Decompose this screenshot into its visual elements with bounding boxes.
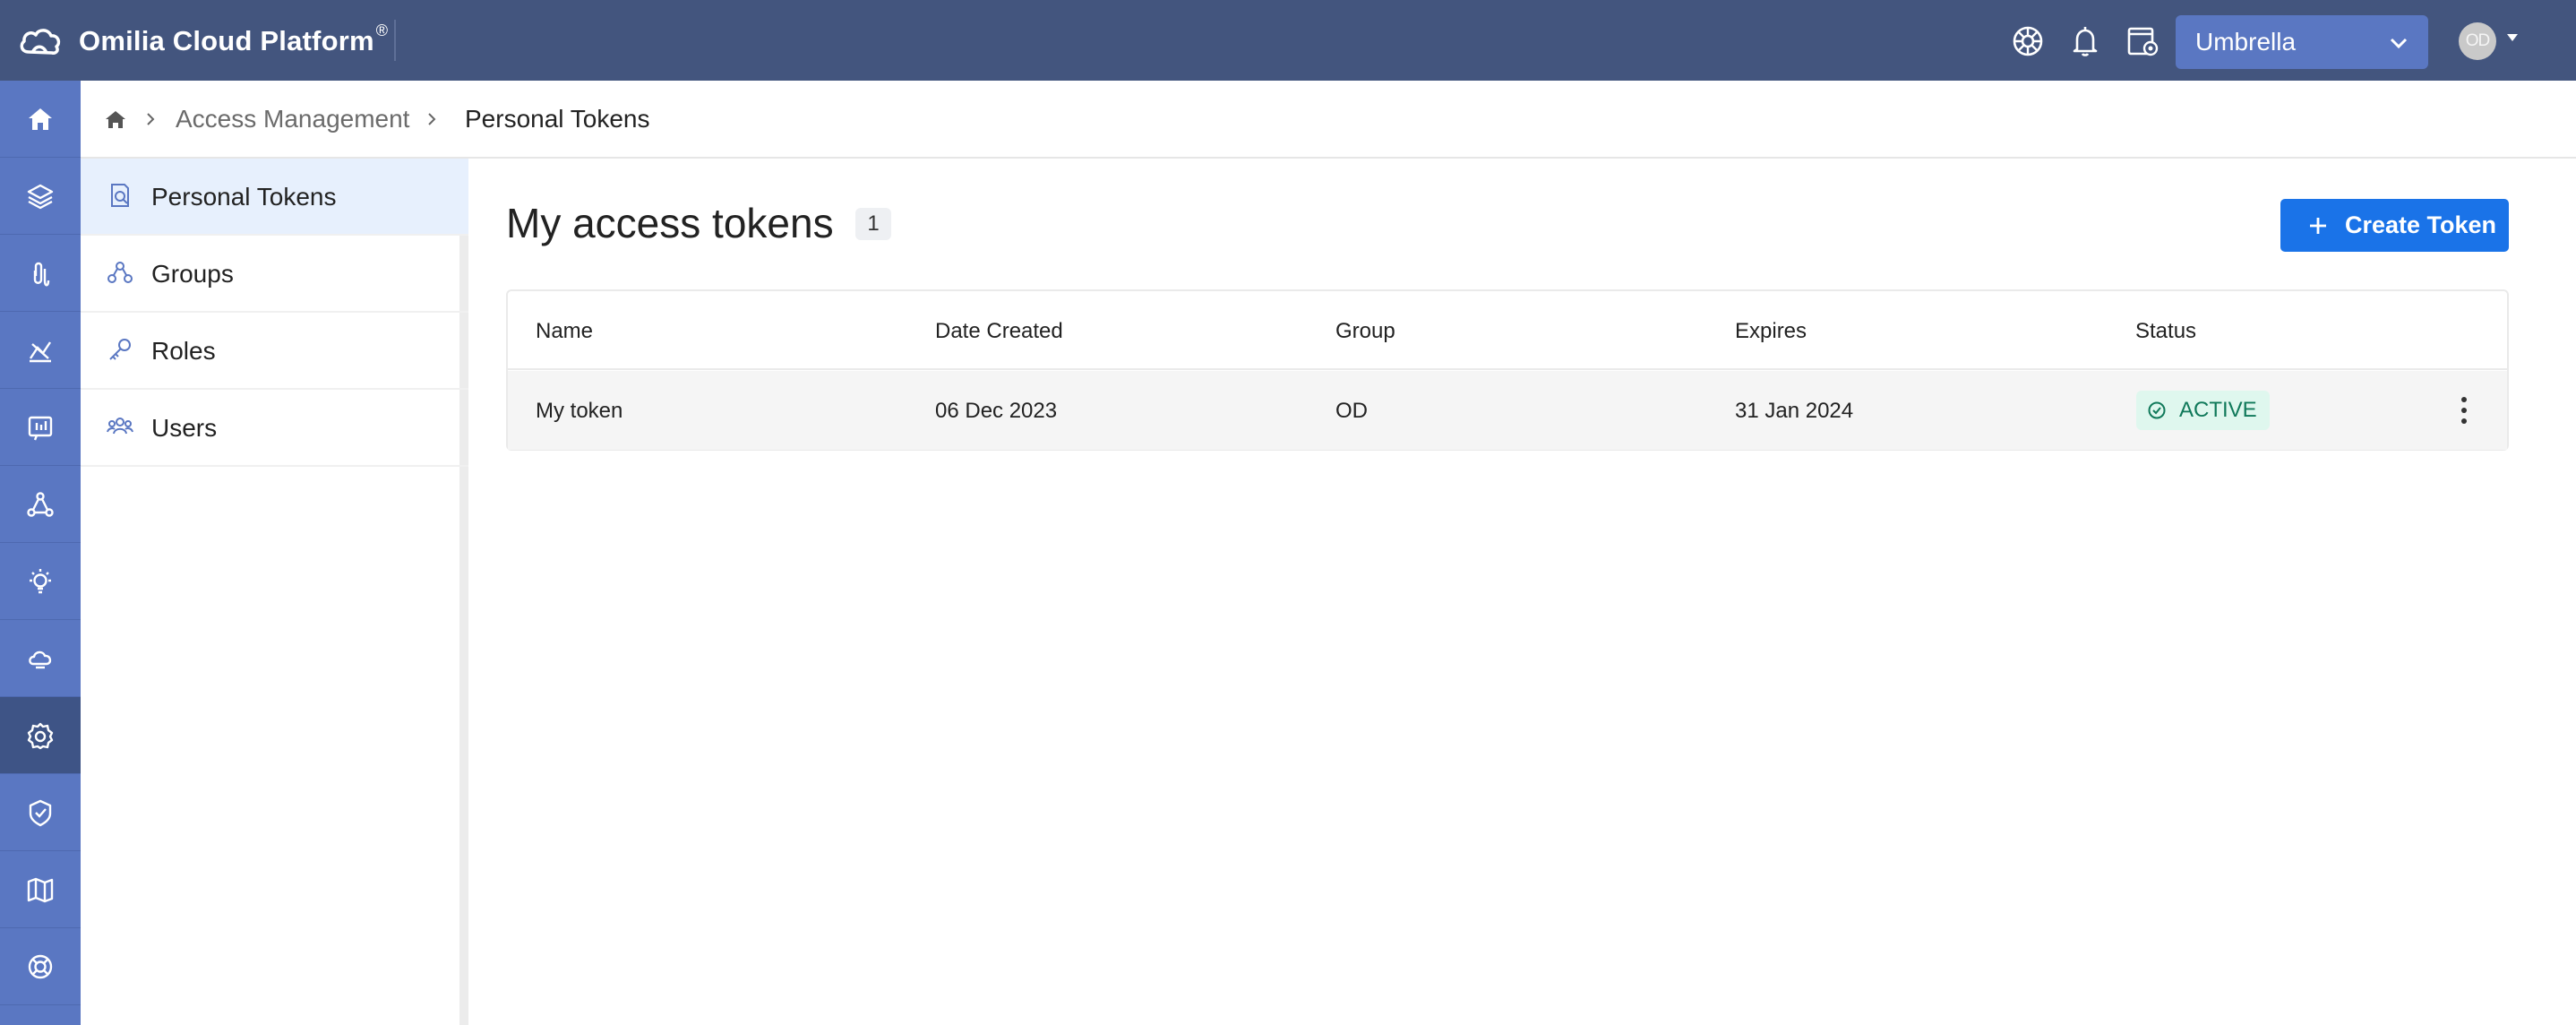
token-count-badge: 1	[855, 208, 891, 240]
chevron-down-icon	[2390, 38, 2408, 49]
column-header-status[interactable]: Status	[2135, 319, 2196, 344]
subnav-item-label: Users	[151, 414, 218, 442]
page-title: My access tokens	[506, 200, 834, 246]
rail-item-ideas[interactable]	[0, 543, 81, 620]
access-management-nav: Personal Tokens Groups Roles Users	[81, 159, 468, 1025]
organization-name: Umbrella	[2195, 28, 2297, 56]
breadcrumb-personal-tokens: Personal Tokens	[465, 105, 650, 133]
cloud-logo-icon[interactable]	[16, 22, 64, 61]
shield-check-icon	[29, 799, 52, 826]
subnav-item-roles[interactable]: Roles	[81, 313, 468, 390]
chevron-right-icon	[147, 113, 155, 125]
help-wheel-icon[interactable]	[2010, 23, 2046, 59]
top-bar: Omilia Cloud Platform ® Umbrella OD	[0, 0, 2576, 81]
rail-item-support[interactable]	[0, 928, 81, 1005]
reports-icon	[28, 416, 53, 440]
subnav-item-label: Roles	[151, 337, 216, 365]
subnav-item-users[interactable]: Users	[81, 390, 468, 467]
subnav-item-personal-tokens[interactable]: Personal Tokens	[81, 159, 468, 236]
breadcrumb: Access Management Personal Tokens	[81, 81, 2576, 159]
rail-item-settings[interactable]	[0, 697, 81, 774]
bell-icon[interactable]	[2067, 23, 2103, 59]
subnav-item-label: Groups	[151, 260, 234, 288]
key-icon	[109, 339, 131, 360]
caret-down-icon[interactable]	[2507, 34, 2518, 41]
brand-title[interactable]: Omilia Cloud Platform ®	[79, 22, 389, 57]
status-label: ACTIVE	[2179, 398, 2257, 422]
divider	[394, 20, 396, 61]
date-created-cell: 06 Dec 2023	[935, 399, 1058, 423]
rail-item-cloud[interactable]	[0, 620, 81, 697]
map-icon	[27, 877, 54, 902]
token-search-icon	[111, 184, 129, 207]
analytics-icon	[30, 340, 51, 362]
column-header-group[interactable]: Group	[1335, 319, 1395, 344]
column-header-date-created[interactable]: Date Created	[935, 319, 1063, 344]
more-options-icon[interactable]	[2459, 394, 2469, 426]
group-cell: OD	[1335, 399, 1368, 423]
organization-select[interactable]: Umbrella	[2176, 15, 2428, 69]
home-icon	[29, 108, 52, 130]
breadcrumb-access-management[interactable]: Access Management	[176, 105, 409, 134]
avatar[interactable]: OD	[2459, 22, 2496, 60]
home-icon[interactable]	[104, 108, 127, 131]
expires-cell: 31 Jan 2024	[1735, 399, 1854, 423]
token-name-cell: My token	[536, 399, 623, 423]
paperclip-icon	[33, 262, 50, 286]
rail-item-attachments[interactable]	[0, 235, 81, 312]
network-icon	[27, 491, 54, 517]
rail-item-layers[interactable]	[0, 158, 81, 235]
ideas-icon	[30, 568, 51, 593]
subnav-item-label: Personal Tokens	[151, 183, 337, 211]
table-header: Name Date Created Group Expires Status	[508, 291, 2507, 370]
column-header-name[interactable]: Name	[536, 319, 593, 344]
create-token-button[interactable]: Create Token	[2280, 199, 2509, 252]
cloud-icon	[29, 650, 52, 668]
rail-item-network[interactable]	[0, 466, 81, 543]
groups-icon	[107, 262, 133, 283]
subnav-item-groups[interactable]: Groups	[81, 236, 468, 313]
chevron-right-icon	[428, 113, 436, 125]
rail-item-analytics[interactable]	[0, 312, 81, 389]
rail-item-reports[interactable]	[0, 389, 81, 466]
rail-item-home[interactable]	[0, 81, 81, 158]
column-header-expires[interactable]: Expires	[1735, 319, 1807, 344]
status-badge: ACTIVE	[2136, 391, 2270, 430]
layers-icon	[27, 184, 54, 209]
table-row[interactable]: My token 06 Dec 2023 OD 31 Jan 2024 ACTI…	[508, 371, 2507, 450]
settings-page-icon[interactable]	[2125, 23, 2160, 59]
create-token-label: Create Token	[2345, 211, 2497, 238]
settings-icon	[27, 722, 54, 749]
users-icon	[107, 418, 133, 435]
plus-icon	[2310, 218, 2326, 234]
left-rail	[0, 81, 81, 1025]
support-icon	[28, 954, 53, 978]
registered-mark: ®	[375, 22, 389, 39]
rail-item-security[interactable]	[0, 774, 81, 851]
tokens-table: Name Date Created Group Expires Status M…	[506, 289, 2509, 451]
check-circle-icon	[2148, 401, 2166, 419]
rail-item-map[interactable]	[0, 851, 81, 928]
